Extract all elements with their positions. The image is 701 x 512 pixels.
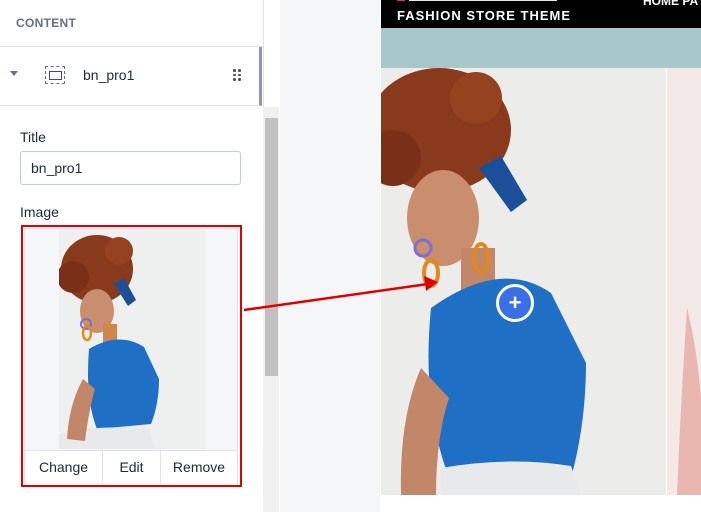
annotation-arrow-icon: [243, 276, 438, 312]
